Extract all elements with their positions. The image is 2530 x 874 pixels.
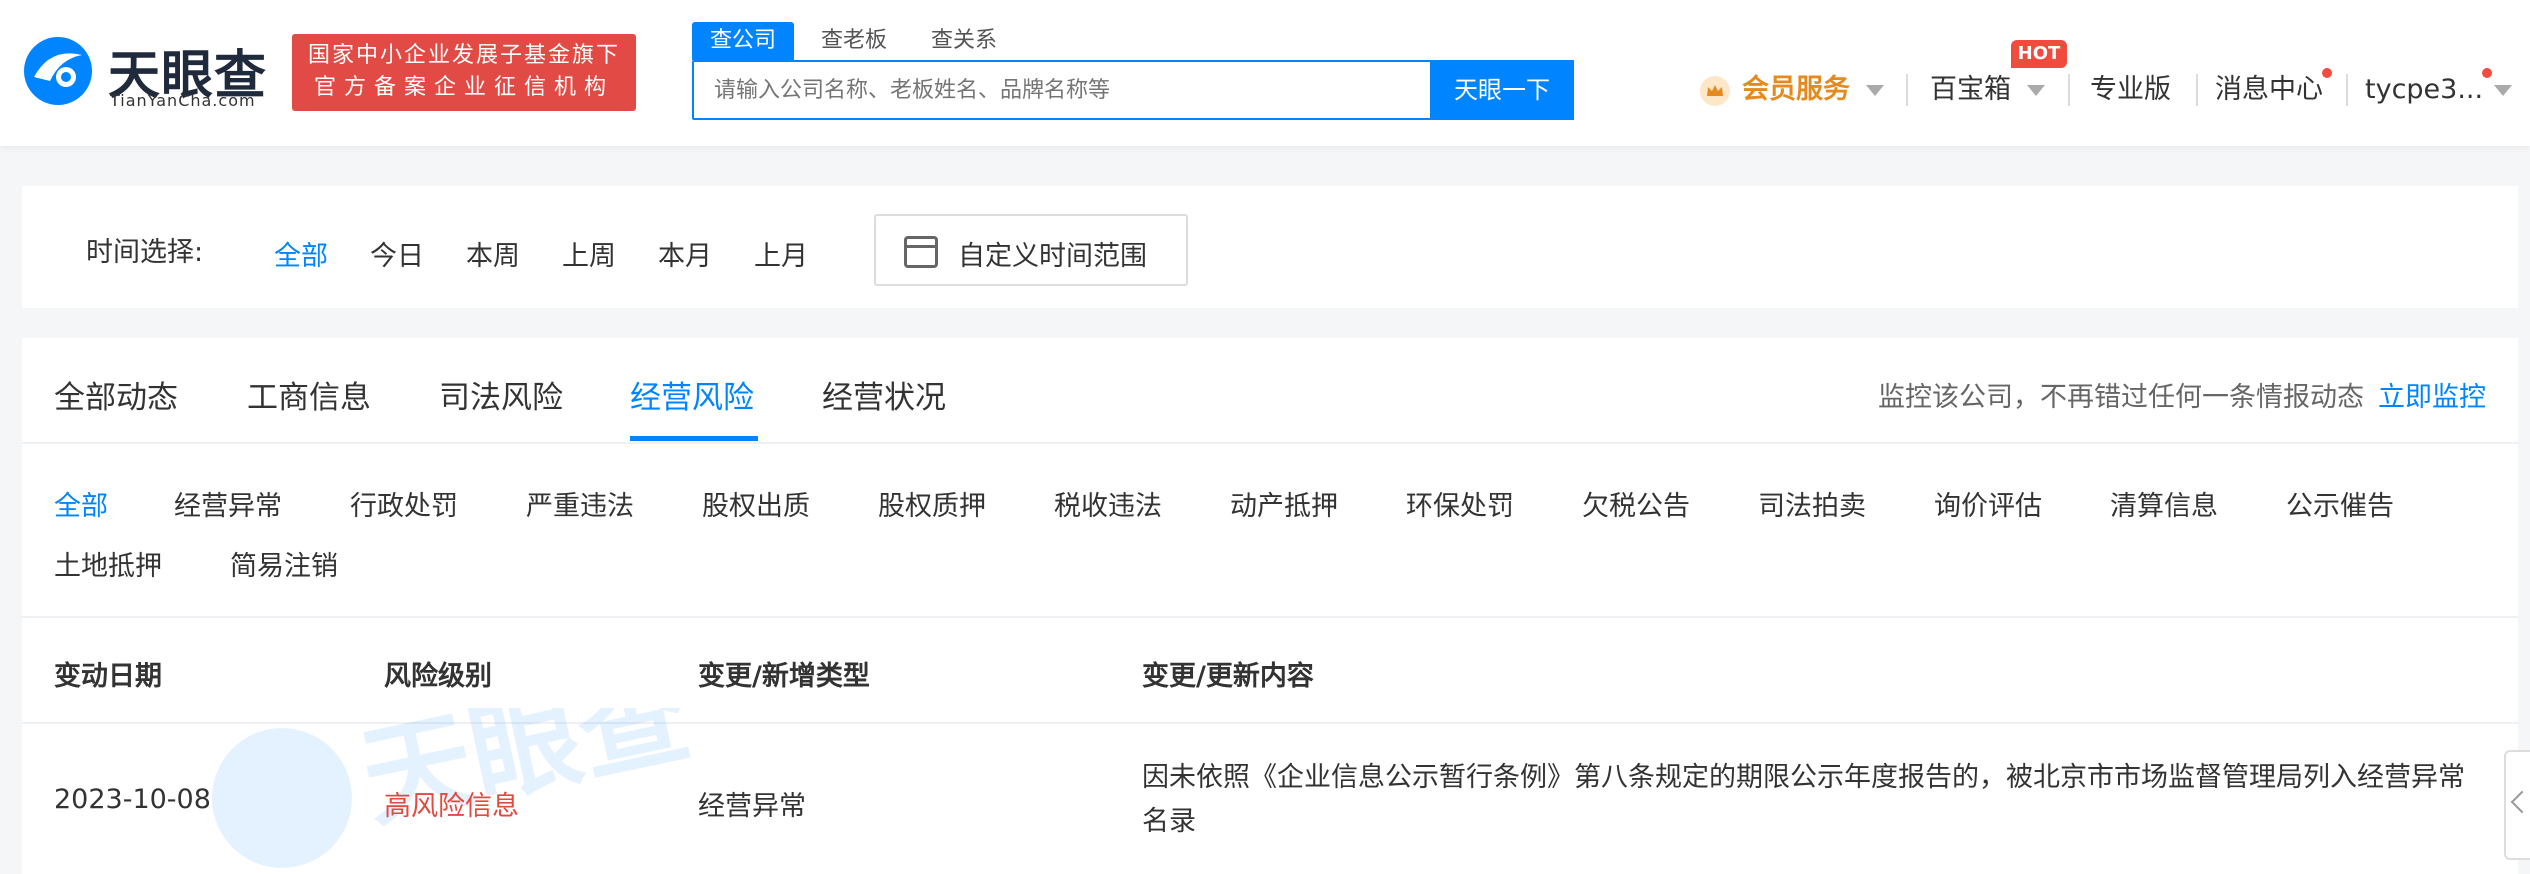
subtab-serious-violation[interactable]: 严重违法 [526,484,634,523]
monitor-text: 监控该公司，不再错过任何一条情报动态 [1878,382,2364,413]
unread-dot [2322,68,2332,78]
search-box: 天眼一下 [692,60,1574,120]
tab-operating-risk[interactable]: 经营风险 [630,372,754,417]
row-date: 2023-10-08 [54,784,211,815]
subtab-abnormal-operation[interactable]: 经营异常 [174,484,282,523]
time-option-today[interactable]: 今日 [370,234,424,273]
time-filter-label: 时间选择: [86,237,204,268]
tab-judicial-risk[interactable]: 司法风险 [439,372,563,417]
badge-line-2: 官方备案企业征信机构 [313,75,614,100]
time-option-all[interactable]: 全部 [274,234,328,273]
subtab-all[interactable]: 全部 [54,484,108,523]
monitor-now-link[interactable]: 立即监控 [2378,382,2486,413]
monitor-prompt: 监控该公司，不再错过任何一条情报动态 立即监控 [1878,375,2486,414]
chevron-down-icon [1866,85,1884,96]
nav-divider [1906,74,1908,106]
row-change-type: 经营异常 [698,791,806,822]
tabs-divider [22,442,2518,444]
search-tab-boss[interactable]: 查老板 [821,22,887,60]
column-header-risk-level: 风险级别 [384,661,492,692]
subtab-chattel-mortgage[interactable]: 动产抵押 [1230,484,1338,523]
time-filter-card: 时间选择: 全部 今日 本周 上周 本月 上月 自定义时间范围 [22,186,2518,308]
subtab-tax-arrears[interactable]: 欠税公告 [1582,484,1690,523]
hot-badge: HOT [2011,40,2067,68]
search-button[interactable]: 天眼一下 [1430,60,1574,120]
column-header-date: 变动日期 [54,661,162,692]
search-tab-company[interactable]: 查公司 [692,22,795,60]
row-content: 因未依照《企业信息公示暂行条例》第八条规定的期限公示年度报告的，被北京市市场监督… [1142,762,2465,837]
nav-divider [2196,74,2198,106]
chevron-down-icon [2494,85,2512,96]
nav-divider [2346,74,2348,106]
subtab-judicial-auction[interactable]: 司法拍卖 [1758,484,1866,523]
subtab-equity-pledge[interactable]: 股权出质 [702,484,810,523]
tab-operating-status[interactable]: 经营状况 [822,372,946,417]
logo-domain: TianYanCha.com [110,91,256,110]
active-tab-indicator [630,436,758,441]
nav-pro-version[interactable]: 专业版 [2090,66,2171,114]
column-header-change-type: 变更/新增类型 [698,661,870,692]
time-option-this-week[interactable]: 本周 [466,234,520,273]
tab-all-dynamics[interactable]: 全部动态 [54,372,178,417]
search-tab-relation[interactable]: 查关系 [931,22,997,60]
custom-time-range-button[interactable]: 自定义时间范围 [874,214,1188,286]
custom-time-range-label: 自定义时间范围 [958,241,1147,272]
time-option-last-week[interactable]: 上周 [562,234,616,273]
main-content-card: 全部动态 工商信息 司法风险 经营风险 经营状况 监控该公司，不再错过任何一条情… [22,338,2518,874]
nav-divider [2068,74,2070,106]
badge-line-1: 国家中小企业发展子基金旗下 [307,43,620,68]
nav-message-center[interactable]: 消息中心 [2215,66,2323,114]
nav-vip-service[interactable]: 会员服务 [1742,66,1850,114]
row-risk-level[interactable]: 高风险信息 [384,784,519,823]
subtab-simple-deregistration[interactable]: 简易注销 [230,544,338,583]
subtab-env-penalty[interactable]: 环保处罚 [1406,484,1514,523]
subtab-liquidation[interactable]: 清算信息 [2110,484,2218,523]
subtab-public-notice[interactable]: 公示催告 [2286,484,2394,523]
side-panel-toggle[interactable] [2504,750,2530,860]
subtab-price-inquiry[interactable]: 询价评估 [1934,484,2042,523]
subtabs-divider [22,616,2518,618]
svg-text:天眼查: 天眼查 [351,708,700,843]
tianyancha-logo[interactable]: 天眼查 TianYanCha.com [20,33,270,113]
unread-dot [2482,68,2492,78]
chevron-down-icon [2027,85,2045,96]
logo-mark-icon [24,37,92,105]
tab-business-info[interactable]: 工商信息 [247,372,371,417]
column-header-content: 变更/更新内容 [1142,661,1314,692]
nav-toolbox[interactable]: 百宝箱 [1930,66,2011,114]
certification-badge: 国家中小企业发展子基金旗下 官方备案企业征信机构 [292,34,636,111]
calendar-icon [904,236,938,268]
search-input[interactable] [694,62,1429,118]
subtab-tax-violation[interactable]: 税收违法 [1054,484,1162,523]
crown-icon [1700,76,1730,106]
nav-user-account[interactable]: tycpe3... [2365,66,2483,114]
subtab-admin-penalty[interactable]: 行政处罚 [350,484,458,523]
time-option-last-month[interactable]: 上月 [754,234,808,273]
subtab-land-mortgage[interactable]: 土地抵押 [54,544,162,583]
table-header-divider [22,722,2518,724]
time-option-this-month[interactable]: 本月 [658,234,712,273]
top-header: 天眼查 TianYanCha.com 国家中小企业发展子基金旗下 官方备案企业征… [0,0,2530,146]
subtab-share-pledge[interactable]: 股权质押 [878,484,986,523]
